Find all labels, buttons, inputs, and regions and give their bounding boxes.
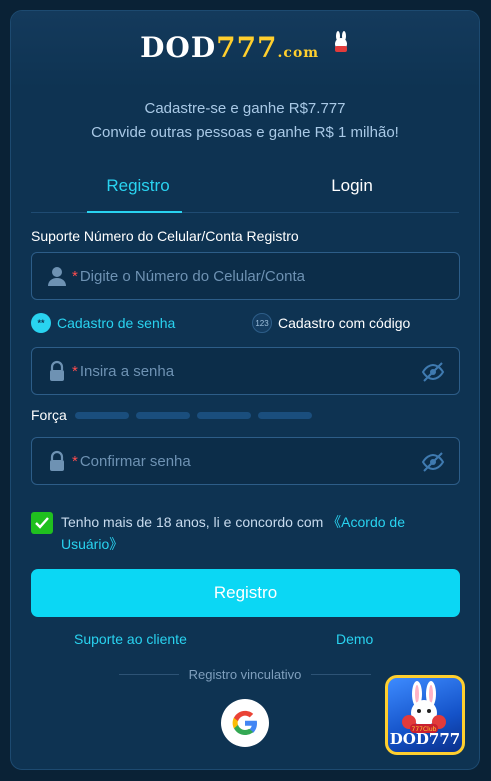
google-login-button[interactable] bbox=[221, 699, 269, 747]
customer-support-link[interactable]: Suporte ao cliente bbox=[74, 631, 187, 647]
divider-line bbox=[119, 674, 179, 675]
logo-text-com: .com bbox=[277, 45, 320, 61]
agree-checkbox[interactable] bbox=[31, 512, 53, 534]
rabbit-mascot-icon: 777Club bbox=[402, 681, 446, 733]
check-icon bbox=[35, 517, 49, 529]
logo-text-dod: DOD bbox=[140, 31, 217, 64]
promo-line-1: Cadastre-se e ganhe R$7.777 bbox=[144, 100, 346, 117]
strength-label: Força bbox=[31, 407, 67, 423]
promo-text: Cadastre-se e ganhe R$7.777 Convide outr… bbox=[11, 97, 479, 145]
strength-bar bbox=[196, 411, 251, 419]
strength-bar bbox=[257, 411, 312, 419]
promo-line-2: Convide outras pessoas e ganhe R$ 1 milh… bbox=[91, 124, 399, 141]
lock-icon bbox=[50, 450, 64, 471]
mode-code-option[interactable]: 123 Cadastro com código bbox=[252, 313, 410, 333]
tab-login[interactable]: Login bbox=[245, 171, 459, 212]
required-mark: * bbox=[72, 267, 78, 285]
mode-password-option[interactable]: ** Cadastro de senha bbox=[31, 313, 175, 333]
mode-code-label: Cadastro com código bbox=[278, 315, 411, 331]
tab-registro[interactable]: Registro bbox=[31, 171, 245, 213]
account-field-label: Suporte Número do Celular/Conta Registro bbox=[31, 228, 299, 244]
app-badge[interactable]: 777Club DOD777 bbox=[385, 675, 465, 755]
account-input[interactable]: * Digite o Número do Celular/Conta bbox=[31, 252, 460, 300]
mode-password-label: Cadastro de senha bbox=[57, 315, 176, 331]
rabbit-mascot-icon bbox=[334, 31, 347, 52]
auth-tabs: Registro Login bbox=[31, 171, 459, 213]
user-icon bbox=[48, 267, 66, 286]
strength-bar bbox=[135, 411, 190, 419]
password-placeholder: Insira a senha bbox=[79, 362, 175, 380]
password-input[interactable]: * Insira a senha bbox=[31, 347, 460, 395]
required-mark: * bbox=[72, 452, 78, 470]
register-modal: DOD777.com Cadastre-se e ganhe R$7.777 C… bbox=[10, 10, 480, 770]
demo-link[interactable]: Demo bbox=[336, 631, 373, 647]
eye-off-icon[interactable] bbox=[421, 361, 445, 383]
site-logo: DOD777.com bbox=[11, 31, 479, 64]
register-button[interactable]: Registro bbox=[31, 569, 460, 617]
password-strength: Força bbox=[31, 407, 312, 423]
app-badge-label: DOD777 bbox=[389, 730, 461, 748]
lock-icon bbox=[50, 360, 64, 381]
required-mark: * bbox=[72, 362, 78, 380]
account-placeholder: Digite o Número do Celular/Conta bbox=[79, 267, 305, 285]
social-login-divider: Registro vinculativo bbox=[119, 667, 371, 682]
eye-off-icon[interactable] bbox=[421, 451, 445, 473]
logo-text-777: 777 bbox=[216, 31, 278, 64]
confirm-password-input[interactable]: * Confirmar senha bbox=[31, 437, 460, 485]
divider-label: Registro vinculativo bbox=[188, 667, 302, 682]
divider-line bbox=[311, 674, 371, 675]
confirm-placeholder: Confirmar senha bbox=[79, 452, 191, 470]
google-icon bbox=[232, 710, 257, 735]
code-mode-icon: 123 bbox=[252, 313, 272, 333]
agree-text: Tenho mais de 18 anos, li e concordo com bbox=[61, 514, 328, 530]
strength-bar bbox=[74, 411, 129, 419]
password-mode-icon: ** bbox=[31, 313, 51, 333]
register-mode-selector: ** Cadastro de senha 123 Cadastro com có… bbox=[31, 313, 459, 335]
age-agreement: Tenho mais de 18 anos, li e concordo com… bbox=[31, 511, 459, 555]
